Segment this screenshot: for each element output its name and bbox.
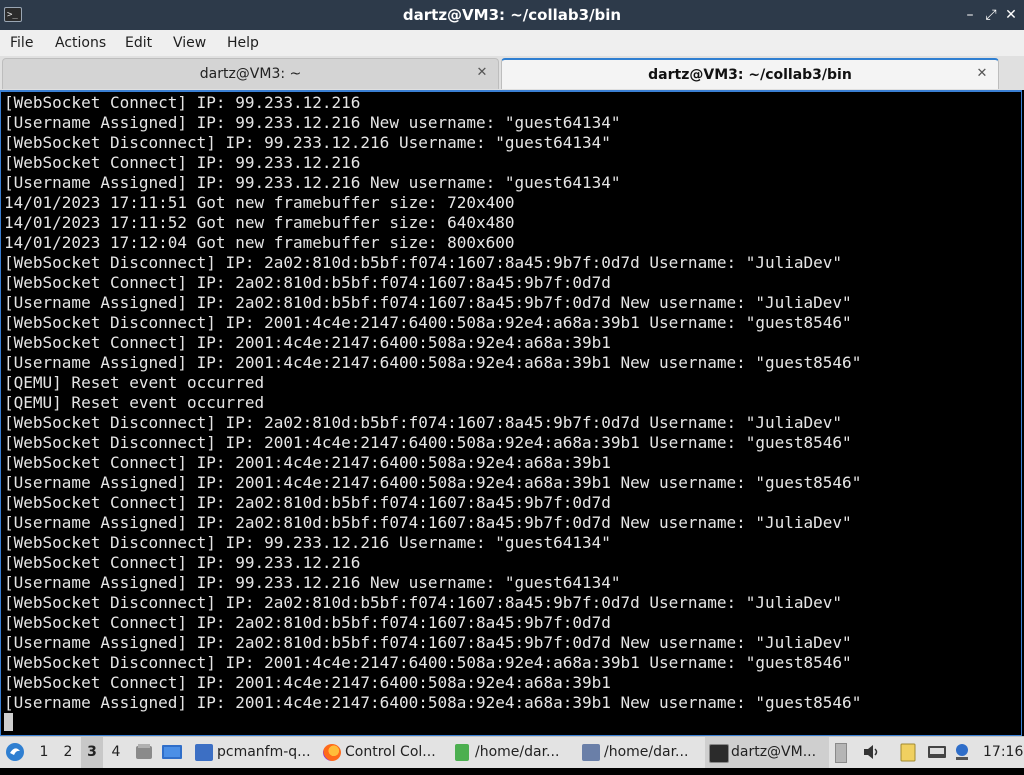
- terminal-line: [WebSocket Connect] IP: 99.233.12.216: [4, 93, 361, 112]
- show-desktop-icon[interactable]: [161, 737, 185, 768]
- menu-edit[interactable]: Edit: [125, 30, 152, 56]
- terminal-line: [WebSocket Disconnect] IP: 2a02:810d:b5b…: [4, 593, 843, 612]
- task-label: /home/dar...: [604, 744, 689, 760]
- terminal-line: [Username Assigned] IP: 99.233.12.216 Ne…: [4, 173, 621, 192]
- terminal-prompt-line: [4, 713, 861, 733]
- text-cursor: [4, 713, 13, 731]
- terminal-line: [WebSocket Connect] IP: 99.233.12.216: [4, 153, 361, 172]
- clock[interactable]: 17:16: [983, 737, 1023, 768]
- terminal-line: [WebSocket Connect] IP: 2a02:810d:b5bf:f…: [4, 273, 611, 292]
- terminal-line: [WebSocket Disconnect] IP: 99.233.12.216…: [4, 133, 611, 152]
- terminal-line: [Username Assigned] IP: 2001:4c4e:2147:6…: [4, 693, 862, 712]
- terminal-line: [WebSocket Connect] IP: 2a02:810d:b5bf:f…: [4, 613, 611, 632]
- tab-bar: dartz@VM3: ~ ✕ dartz@VM3: ~/collab3/bin …: [0, 56, 1024, 90]
- scrollbar[interactable]: [1018, 92, 1021, 735]
- terminal-line: [Username Assigned] IP: 2001:4c4e:2147:6…: [4, 353, 862, 372]
- terminal-line: [WebSocket Connect] IP: 2001:4c4e:2147:6…: [4, 333, 611, 352]
- terminal-lines: [WebSocket Connect] IP: 99.233.12.216 [Us…: [4, 93, 861, 733]
- window-titlebar[interactable]: >_ dartz@VM3: ~/collab3/bin – ⤢ ✕: [0, 0, 1024, 30]
- terminal-line: 14/01/2023 17:11:51 Got new framebuffer …: [4, 193, 515, 212]
- task-label: pcmanfm-q...: [217, 744, 311, 760]
- menu-file[interactable]: File: [10, 30, 33, 56]
- workspace-4[interactable]: 4: [105, 737, 127, 768]
- terminal-line: [WebSocket Disconnect] IP: 2001:4c4e:214…: [4, 653, 852, 672]
- folder-icon: [195, 744, 213, 761]
- firefox-icon: [323, 744, 341, 761]
- volume-icon[interactable]: [861, 737, 883, 768]
- tab-label: dartz@VM3: ~: [199, 66, 302, 82]
- text-file-icon: [455, 744, 469, 761]
- terminal-line: 14/01/2023 17:11:52 Got new framebuffer …: [4, 213, 515, 232]
- workspace-2[interactable]: 2: [57, 737, 79, 768]
- terminal-line: [WebSocket Connect] IP: 2a02:810d:b5bf:f…: [4, 493, 611, 512]
- terminal-line: [WebSocket Connect] IP: 99.233.12.216: [4, 553, 361, 572]
- terminal-line: [WebSocket Disconnect] IP: 2a02:810d:b5b…: [4, 413, 843, 432]
- terminal-line: [Username Assigned] IP: 99.233.12.216 Ne…: [4, 573, 621, 592]
- tab-close-icon[interactable]: ✕: [474, 65, 490, 81]
- terminal-line: [WebSocket Disconnect] IP: 2001:4c4e:214…: [4, 433, 852, 452]
- window-title: dartz@VM3: ~/collab3/bin: [402, 6, 622, 24]
- terminal-line: [Username Assigned] IP: 2a02:810d:b5bf:f…: [4, 513, 852, 532]
- task-terminal[interactable]: dartz@VM...: [705, 737, 829, 768]
- task-control-collab[interactable]: Control Col...: [319, 737, 443, 768]
- notes-icon[interactable]: [898, 737, 920, 768]
- task-pcmanfm[interactable]: pcmanfm-q...: [191, 737, 313, 768]
- tab-collab3-bin[interactable]: dartz@VM3: ~/collab3/bin ✕: [501, 58, 999, 89]
- terminal-line: [WebSocket Disconnect] IP: 99.233.12.216…: [4, 533, 611, 552]
- terminal-line: 14/01/2023 17:12:04 Got new framebuffer …: [4, 233, 515, 252]
- terminal-line: [Username Assigned] IP: 99.233.12.216 Ne…: [4, 113, 621, 132]
- menu-help[interactable]: Help: [227, 30, 259, 56]
- restore-button[interactable]: ⤢: [983, 6, 999, 24]
- workspace-1[interactable]: 1: [33, 737, 55, 768]
- task-label: dartz@VM...: [731, 744, 817, 760]
- task-label: /home/dar...: [475, 744, 560, 760]
- terminal-line: [Username Assigned] IP: 2a02:810d:b5bf:f…: [4, 293, 852, 312]
- tray-handle[interactable]: [835, 737, 851, 768]
- workspace-3[interactable]: 3: [81, 737, 103, 768]
- terminal-line: [WebSocket Connect] IP: 2001:4c4e:2147:6…: [4, 453, 611, 472]
- menu-view[interactable]: View: [173, 30, 206, 56]
- close-button[interactable]: ✕: [1003, 6, 1019, 24]
- terminal-icon: [709, 744, 729, 763]
- tab-label: dartz@VM3: ~/collab3/bin: [648, 67, 852, 83]
- task-home-text[interactable]: /home/dar...: [449, 737, 574, 768]
- task-label: Control Col...: [345, 744, 436, 760]
- terminal-line: [WebSocket Connect] IP: 2001:4c4e:2147:6…: [4, 673, 611, 692]
- task-home-editor[interactable]: /home/dar...: [578, 737, 703, 768]
- taskbar: 1 2 3 4 pcmanfm-q... Control Col... /hom…: [0, 736, 1024, 768]
- lxqt-menu-icon[interactable]: [4, 737, 28, 768]
- terminal-line: [QEMU] Reset event occurred: [4, 373, 265, 392]
- minimize-button[interactable]: –: [962, 6, 978, 24]
- terminal-line: [Username Assigned] IP: 2a02:810d:b5bf:f…: [4, 633, 852, 652]
- terminal-line: [Username Assigned] IP: 2001:4c4e:2147:6…: [4, 473, 862, 492]
- menu-actions[interactable]: Actions: [55, 30, 106, 56]
- tab-close-icon[interactable]: ✕: [974, 66, 990, 82]
- menu-bar: File Actions Edit View Help: [0, 30, 1024, 57]
- terminal-output[interactable]: [WebSocket Connect] IP: 99.233.12.216 [Us…: [0, 90, 1022, 736]
- tab-home[interactable]: dartz@VM3: ~ ✕: [2, 58, 499, 89]
- editor-icon: [582, 744, 600, 761]
- network-icon[interactable]: [952, 737, 974, 768]
- file-manager-icon[interactable]: [134, 737, 156, 768]
- keyboard-icon[interactable]: [927, 737, 949, 768]
- terminal-line: [WebSocket Disconnect] IP: 2a02:810d:b5b…: [4, 253, 843, 272]
- terminal-line: [QEMU] Reset event occurred: [4, 393, 265, 412]
- terminal-line: [WebSocket Disconnect] IP: 2001:4c4e:214…: [4, 313, 852, 332]
